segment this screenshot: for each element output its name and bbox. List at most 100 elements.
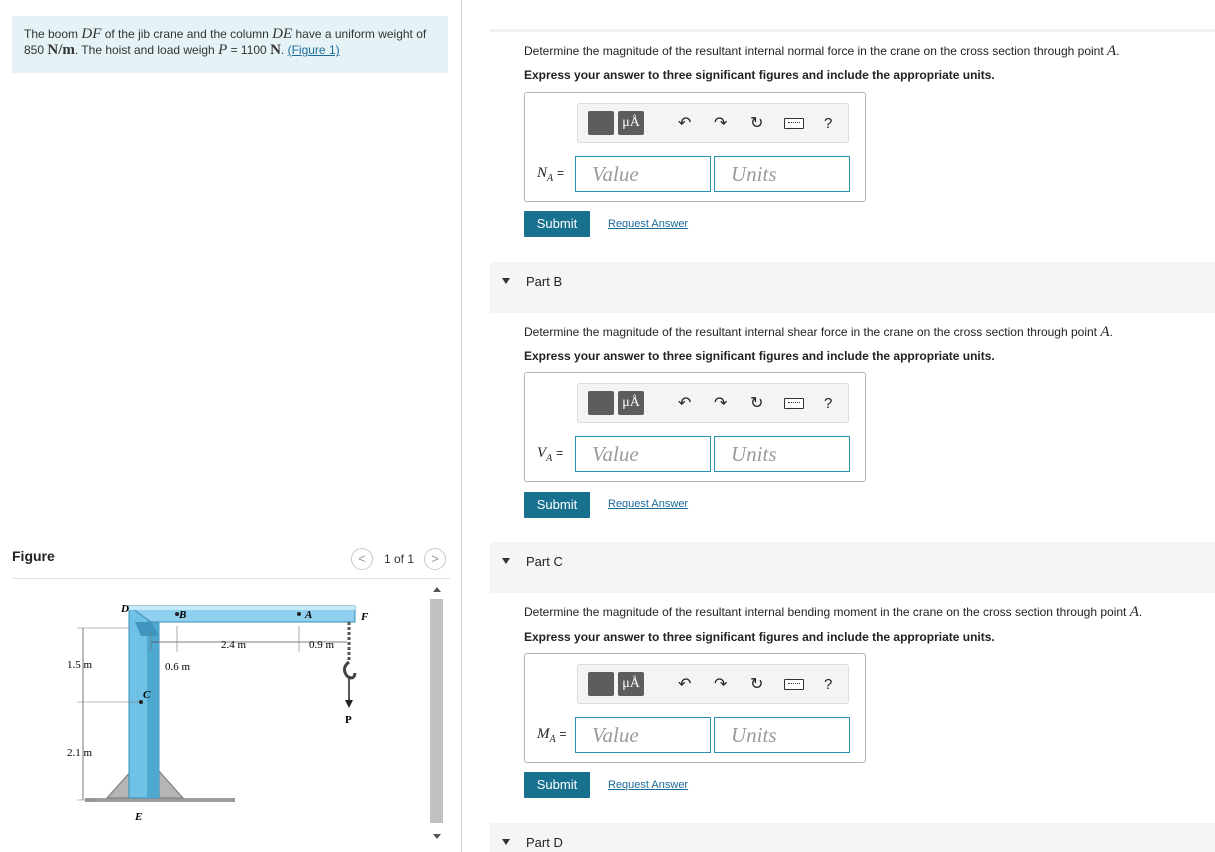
- hook: [342, 660, 357, 680]
- part-c-title: Part C: [526, 554, 563, 569]
- part-b-header[interactable]: Part B: [490, 262, 1215, 313]
- part-a-answer-box: μÅ ↶ ↷ ↻ ? NA = Value Units: [524, 92, 866, 202]
- units-button[interactable]: μÅ: [618, 672, 644, 696]
- question-text: Determine the magnitude of the resultant…: [524, 44, 1107, 58]
- part-c-answer-box: μÅ ↶ ↷ ↻ ? MA = Value Units: [524, 653, 866, 763]
- equals-sign: =: [556, 446, 564, 460]
- value-input[interactable]: Value: [575, 717, 711, 753]
- chevron-left-icon: <: [358, 551, 366, 566]
- reset-icon[interactable]: ↻: [750, 114, 763, 134]
- mu-a-icon: μÅ: [622, 676, 640, 691]
- scroll-up-icon[interactable]: [433, 587, 441, 592]
- part-a-header-strip: [490, 29, 1215, 32]
- part-d-header[interactable]: Part D: [490, 823, 1215, 852]
- units-input[interactable]: Units: [714, 156, 850, 192]
- undo-icon[interactable]: ↶: [678, 394, 691, 414]
- label-a: A: [304, 609, 312, 621]
- dim-2-4m: 2.4 m: [221, 639, 247, 651]
- problem-text: .: [280, 43, 288, 57]
- load-symbol: P: [218, 42, 228, 58]
- help-icon[interactable]: ?: [824, 114, 832, 134]
- units-input[interactable]: Units: [714, 717, 850, 753]
- help-icon[interactable]: ?: [824, 394, 832, 414]
- column-shade: [147, 608, 159, 798]
- templates-button[interactable]: [588, 672, 614, 696]
- redo-icon[interactable]: ↷: [714, 114, 727, 134]
- mu-a-icon: μÅ: [622, 395, 640, 410]
- part-b-answer-box: μÅ ↶ ↷ ↻ ? VA = Value Units: [524, 372, 866, 482]
- redo-icon[interactable]: ↷: [714, 394, 727, 414]
- submit-button[interactable]: Submit: [524, 772, 590, 798]
- label-e: E: [134, 811, 142, 823]
- request-answer-link[interactable]: Request Answer: [608, 218, 688, 230]
- keyboard-icon[interactable]: [784, 398, 804, 409]
- problem-text: = 1100: [227, 43, 271, 57]
- templates-button[interactable]: [588, 391, 614, 415]
- point-a-marker: [297, 612, 301, 616]
- help-icon[interactable]: ?: [824, 675, 832, 695]
- submit-button[interactable]: Submit: [524, 492, 590, 518]
- part-a-question: Determine the magnitude of the resultant…: [524, 43, 1120, 59]
- dim-0-9m: 0.9 m: [309, 639, 335, 651]
- part-c-instruction: Express your answer to three significant…: [524, 630, 995, 644]
- templates-button[interactable]: [588, 111, 614, 135]
- problem-text: of the jib crane and the column: [101, 27, 273, 41]
- units-button[interactable]: μÅ: [618, 111, 644, 135]
- question-text: Determine the magnitude of the resultant…: [524, 325, 1101, 339]
- value-input[interactable]: Value: [575, 436, 711, 472]
- submit-button[interactable]: Submit: [524, 211, 590, 237]
- unit-symbol: N/m: [47, 42, 75, 58]
- value-input[interactable]: Value: [575, 156, 711, 192]
- boom-top-face: [129, 606, 355, 610]
- scroll-down-icon[interactable]: [433, 834, 441, 839]
- figure-title: Figure: [12, 548, 55, 564]
- mu-a-icon: μÅ: [622, 115, 640, 130]
- variable-subscript: A: [549, 733, 556, 745]
- question-text: Determine the magnitude of the resultant…: [524, 605, 1130, 619]
- column-divider: [461, 0, 462, 852]
- undo-icon[interactable]: ↶: [678, 675, 691, 695]
- boom-symbol: DF: [81, 26, 102, 42]
- redo-icon[interactable]: ↷: [714, 675, 727, 695]
- reset-icon[interactable]: ↻: [750, 675, 763, 695]
- unit-symbol: N: [270, 42, 281, 58]
- part-b-question: Determine the magnitude of the resultant…: [524, 324, 1113, 340]
- answer-variable-label: VA =: [537, 444, 563, 464]
- collapse-arrow-icon: [502, 558, 510, 564]
- math-toolbar: μÅ ↶ ↷ ↻ ?: [577, 383, 849, 423]
- part-c-header[interactable]: Part C: [490, 542, 1215, 593]
- chevron-right-icon: >: [431, 551, 439, 566]
- label-b: B: [178, 609, 186, 621]
- variable-symbol: V: [537, 445, 547, 461]
- reset-icon[interactable]: ↻: [750, 394, 763, 414]
- part-a-instruction: Express your answer to three significant…: [524, 68, 995, 82]
- point-symbol: A: [1100, 324, 1110, 340]
- divider: [12, 578, 450, 579]
- scroll-thumb[interactable]: [430, 599, 443, 823]
- jib-crane-figure: D B A F C E P 2.4 m 0.9 m 0.6 m 1.5 m 2.…: [67, 603, 369, 823]
- keyboard-icon[interactable]: [784, 118, 804, 129]
- column-symbol: DE: [272, 26, 293, 42]
- keyboard-icon[interactable]: [784, 679, 804, 690]
- units-input[interactable]: Units: [714, 436, 850, 472]
- request-answer-link[interactable]: Request Answer: [608, 498, 688, 510]
- units-button[interactable]: μÅ: [618, 391, 644, 415]
- point-symbol: A: [1129, 604, 1139, 620]
- figure-link[interactable]: (Figure 1): [288, 43, 340, 57]
- variable-symbol: N: [537, 165, 548, 181]
- load-arrowhead: [345, 700, 353, 708]
- part-d-title: Part D: [526, 835, 563, 850]
- dim-0-6m: 0.6 m: [165, 661, 191, 673]
- prev-figure-button[interactable]: <: [351, 548, 373, 570]
- math-toolbar: μÅ ↶ ↷ ↻ ?: [577, 664, 849, 704]
- math-toolbar: μÅ ↶ ↷ ↻ ?: [577, 103, 849, 143]
- point-symbol: A: [1107, 43, 1117, 59]
- next-figure-button[interactable]: >: [424, 548, 446, 570]
- request-answer-link[interactable]: Request Answer: [608, 779, 688, 791]
- dim-1-5m: 1.5 m: [67, 659, 93, 671]
- undo-icon[interactable]: ↶: [678, 114, 691, 134]
- figure-counter: 1 of 1: [384, 552, 415, 566]
- variable-subscript: A: [546, 452, 553, 464]
- problem-statement: The boom DF of the jib crane and the col…: [12, 16, 448, 73]
- label-f: F: [360, 611, 369, 623]
